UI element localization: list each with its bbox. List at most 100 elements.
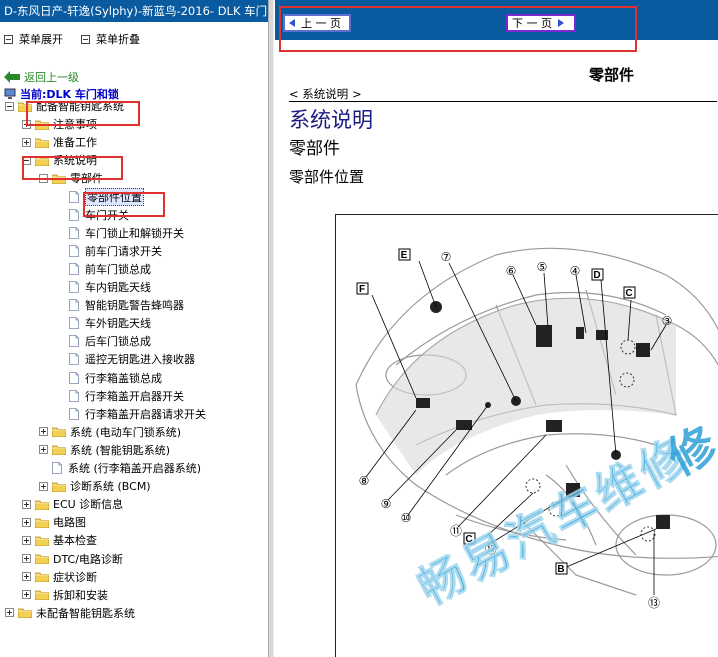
tree-item-label: 智能钥匙警告蜂鸣器 [85, 299, 184, 313]
tree-item[interactable]: 遥控无钥匙进入接收器 [69, 350, 195, 368]
folder-icon [35, 536, 49, 546]
tree-item[interactable]: 基本检查 [22, 531, 97, 549]
document-icon [69, 299, 79, 311]
expand-node-icon[interactable] [22, 554, 31, 563]
tree-item[interactable]: 准备工作 [22, 133, 97, 151]
expand-node-icon[interactable] [22, 137, 31, 147]
tree-item-label: 零部件位置 [85, 187, 144, 206]
tree-item-label: 前车门请求开关 [85, 244, 162, 258]
tree-item[interactable]: 行李箱盖开启器开关 [69, 387, 184, 405]
expand-node-icon[interactable] [5, 608, 14, 618]
tree-item[interactable]: 诊断系统 (BCM) [39, 477, 151, 495]
callout-d: D [593, 270, 600, 281]
tree-item[interactable]: ECU 诊断信息 [22, 495, 123, 513]
tree-item[interactable]: 系统说明 [22, 151, 97, 169]
section-title: 系统说明 [289, 108, 373, 132]
menu-bar: 菜单展开 菜单折叠 [0, 30, 154, 48]
expand-node-icon[interactable] [39, 427, 48, 437]
tree-item[interactable]: 拆卸和安装 [22, 586, 108, 604]
tree-item[interactable]: DTC/电路诊断 [22, 550, 123, 568]
tree-item[interactable]: 系统 (电动车门锁系统) [39, 423, 181, 441]
tree-item-label: 零部件 [70, 172, 103, 186]
callout-f: F [359, 284, 365, 295]
tree-item-label: 症状诊断 [53, 570, 97, 584]
tree-item[interactable]: 车门锁止和解锁开关 [69, 224, 184, 242]
menu-collapse-label: 菜单折叠 [96, 33, 140, 46]
callout-5: ⑤ [537, 260, 548, 274]
document-icon [69, 353, 79, 366]
pane-splitter[interactable] [268, 0, 274, 657]
collapse-node-icon[interactable] [5, 101, 14, 111]
back-link-label: 返回上一级 [24, 71, 79, 84]
document-icon [69, 407, 79, 420]
tree-item[interactable]: 后车门锁总成 [69, 332, 151, 350]
tree-item[interactable]: 行李箱盖开启器请求开关 [69, 405, 206, 423]
folder-icon [35, 572, 49, 583]
collapse-node-icon[interactable] [39, 173, 48, 183]
tree-item[interactable]: 智能钥匙警告蜂鸣器 [69, 296, 184, 314]
tree-item[interactable]: 注意事项 [22, 115, 97, 133]
tree-item[interactable]: 未配备智能钥匙系统 [5, 604, 135, 622]
tree-item[interactable]: 前车门请求开关 [69, 242, 162, 260]
folder-icon [52, 482, 66, 492]
expand-node-icon[interactable] [22, 535, 31, 545]
breadcrumb: < 系统说明 > [289, 88, 717, 102]
tree-item[interactable]: 电路图 [22, 513, 86, 531]
sub-title: 零部件 [289, 139, 340, 159]
tree-item-label: 系统 (行李箱盖开启器系统) [68, 462, 202, 475]
callout-b: B [557, 564, 564, 575]
tree-item[interactable]: 车外钥匙天线 [69, 314, 151, 332]
expand-node-icon[interactable] [39, 445, 48, 455]
tree-item[interactable]: 系统 (智能钥匙系统) [39, 441, 170, 459]
document-icon [69, 208, 79, 221]
next-page-label: 下 一 页 [512, 17, 552, 30]
tree-item-label: 遥控无钥匙进入接收器 [85, 353, 195, 367]
callout-7: ⑦ [441, 250, 452, 264]
document-icon [52, 462, 62, 474]
menu-expand-button[interactable]: 菜单展开 [4, 31, 63, 47]
expand-node-icon[interactable] [22, 572, 31, 582]
folder-icon [52, 427, 66, 438]
callout-13: ⑬ [648, 596, 660, 610]
tree-item[interactable]: 行李箱盖锁总成 [69, 369, 162, 387]
menu-expand-label: 菜单展开 [19, 33, 63, 46]
prev-page-button[interactable]: 上 一 页 [283, 14, 351, 32]
callout-4: ④ [570, 264, 581, 278]
menu-collapse-button[interactable]: 菜单折叠 [81, 31, 140, 47]
expand-node-icon[interactable] [39, 481, 48, 491]
tree-item-label: 配备智能钥匙系统 [36, 100, 124, 113]
tree-item-label: 车门开关 [85, 208, 129, 222]
callout-c-top: C [625, 288, 632, 299]
expand-node-icon[interactable] [22, 517, 31, 527]
back-link[interactable]: 返回上一级 [4, 69, 79, 85]
sub-sub-title: 零部件位置 [289, 168, 365, 186]
tree-item-label: 行李箱盖开启器开关 [85, 389, 184, 403]
tree-item[interactable]: 配备智能钥匙系统 [5, 97, 124, 115]
folder-icon [35, 138, 49, 148]
expand-node-icon[interactable] [22, 590, 31, 600]
tree-item[interactable]: 车门开关 [69, 206, 129, 224]
tree-item[interactable]: 系统 (行李箱盖开启器系统) [52, 459, 201, 477]
expand-node-icon[interactable] [22, 119, 31, 129]
toolbar-separator [275, 40, 718, 44]
collapse-icon [81, 34, 90, 44]
document-icon [69, 317, 79, 330]
tree-item[interactable]: 前车门锁总成 [69, 260, 151, 278]
tree-item-label: 基本检查 [53, 534, 97, 548]
tree-item[interactable]: 症状诊断 [22, 568, 97, 586]
tree-item-label: 行李箱盖锁总成 [85, 371, 162, 385]
next-arrow-icon [558, 19, 564, 27]
tree-item[interactable]: 零部件位置 [69, 187, 144, 206]
expand-node-icon[interactable] [22, 499, 31, 509]
folder-icon [35, 120, 49, 130]
tree-item-label: 注意事项 [53, 118, 97, 132]
folder-icon [35, 518, 49, 528]
tree-item[interactable]: 车内钥匙天线 [69, 278, 151, 296]
next-page-button[interactable]: 下 一 页 [506, 14, 576, 32]
window-title: D-东风日产-轩逸(Sylphy)-新蓝鸟-2016- DLK 车门 [0, 0, 268, 22]
collapse-node-icon[interactable] [22, 155, 31, 165]
tree-item-label: 电路图 [53, 516, 86, 530]
callout-8: ⑧ [359, 474, 370, 488]
tree-item[interactable]: 零部件 [39, 169, 103, 187]
folder-icon [35, 156, 49, 166]
